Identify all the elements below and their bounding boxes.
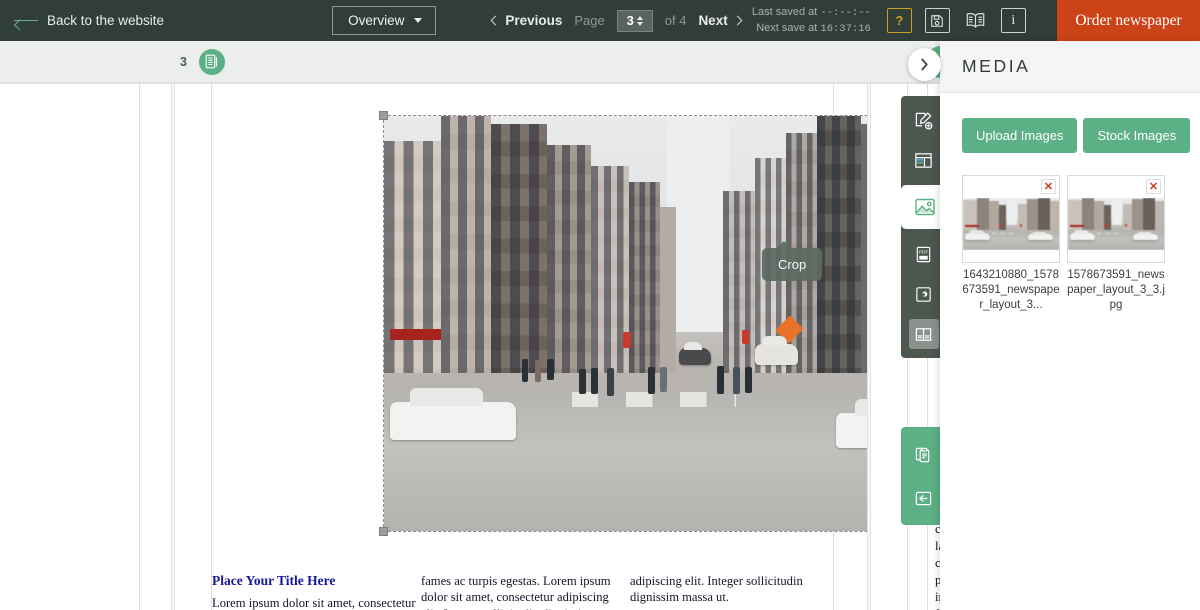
layout-icon[interactable] <box>909 145 939 175</box>
remove-media-icon[interactable]: ✕ <box>1146 179 1161 194</box>
page-left[interactable]: UR RE lor sit amet, biscing elit. Nullam… <box>0 83 172 610</box>
remove-media-icon[interactable]: ✕ <box>1041 179 1056 194</box>
media-actions: Upload Images Stock Images <box>940 93 1200 153</box>
page-word-label: Page <box>574 13 604 28</box>
save-disk-icon[interactable] <box>925 8 950 33</box>
media-item[interactable]: ✕ <box>962 175 1060 313</box>
page-current[interactable]: Place Your Title Here Lorem ipsum dolor … <box>174 83 868 610</box>
next-save-value: 16:37:16 <box>820 23 870 35</box>
overview-label: Overview <box>348 13 404 28</box>
undo-arrow-icon[interactable] <box>909 483 939 513</box>
media-panel: MEDIA Upload Images Stock Images ✕ <box>940 41 1200 610</box>
next-label: Next <box>698 13 727 28</box>
page-number-value: 3 <box>627 13 634 28</box>
chevron-left-icon <box>491 16 501 26</box>
last-saved-value: --:--:-- <box>820 7 870 19</box>
previous-page-button[interactable]: Previous <box>492 13 562 28</box>
save-status: Last saved at --:--:-- Next save at 16:3… <box>752 5 871 37</box>
media-thumbnail[interactable]: ✕ <box>1067 175 1165 263</box>
article-title: Place Your Title Here <box>212 573 335 589</box>
pagination-controls: Previous Page 3 of 4 Next <box>492 10 740 32</box>
media-thumbnail-list: ✕ <box>940 153 1200 313</box>
media-panel-title: MEDIA <box>940 41 1200 93</box>
next-save-label: Next save at <box>756 22 817 34</box>
previous-label: Previous <box>505 13 562 28</box>
pdf-icon[interactable]: PDF <box>909 239 939 269</box>
stock-images-button[interactable]: Stock Images <box>1083 118 1190 153</box>
book-spread-icon[interactable] <box>963 8 988 33</box>
back-to-website-link[interactable]: Back to the website <box>14 13 164 28</box>
chevron-right-icon <box>732 16 742 26</box>
svg-text:PDF: PDF <box>919 249 929 255</box>
media-item[interactable]: ✕ <box>1067 175 1165 313</box>
article-column-2: fames ac turpis egestas. Lorem ipsum dol… <box>421 573 618 610</box>
article-column-3: adipiscing elit. Integer sollicitudin di… <box>630 573 826 606</box>
overview-dropdown[interactable]: Overview <box>332 6 436 35</box>
clipboard-icon[interactable] <box>909 439 939 469</box>
current-page-number: 3 <box>180 55 187 69</box>
resize-handle-sw[interactable] <box>379 527 388 536</box>
back-to-website-label: Back to the website <box>47 13 164 28</box>
selected-image-frame[interactable] <box>384 116 868 531</box>
arrow-left-icon <box>14 16 38 26</box>
stepper-arrows-icon[interactable] <box>637 16 643 26</box>
order-newspaper-button[interactable]: Order newspaper <box>1057 0 1200 41</box>
crop-tooltip: Crop <box>762 248 822 281</box>
add-text-icon[interactable] <box>909 105 939 135</box>
chevron-down-icon <box>414 18 422 23</box>
media-filename: 1643210880_1578673591_newspaper_layout_3… <box>962 263 1060 313</box>
street-photo[interactable] <box>384 116 868 531</box>
document-pages-icon[interactable] <box>199 49 225 75</box>
info-icon[interactable]: i <box>1001 8 1026 33</box>
page-spread-icon[interactable] <box>909 319 939 349</box>
next-page-button[interactable]: Next <box>698 13 740 28</box>
page-number-input[interactable]: 3 <box>617 10 653 32</box>
toolbar-icon-group: ? i <box>887 8 1026 33</box>
settings-gear-icon[interactable] <box>909 279 939 309</box>
help-icon[interactable]: ? <box>887 8 912 33</box>
collapse-panel-button[interactable] <box>908 48 941 81</box>
media-thumbnail[interactable]: ✕ <box>962 175 1060 263</box>
last-saved-label: Last saved at <box>752 6 817 18</box>
media-filename: 1578673591_newspaper_layout_3_3.jpg <box>1067 263 1165 313</box>
top-toolbar: Back to the website Overview Previous Pa… <box>0 0 1200 41</box>
page-total-label: of 4 <box>665 13 687 28</box>
resize-handle-nw[interactable] <box>379 111 388 120</box>
upload-images-button[interactable]: Upload Images <box>962 118 1077 153</box>
article-column-1: Lorem ipsum dolor sit amet, consectetur … <box>212 595 417 610</box>
